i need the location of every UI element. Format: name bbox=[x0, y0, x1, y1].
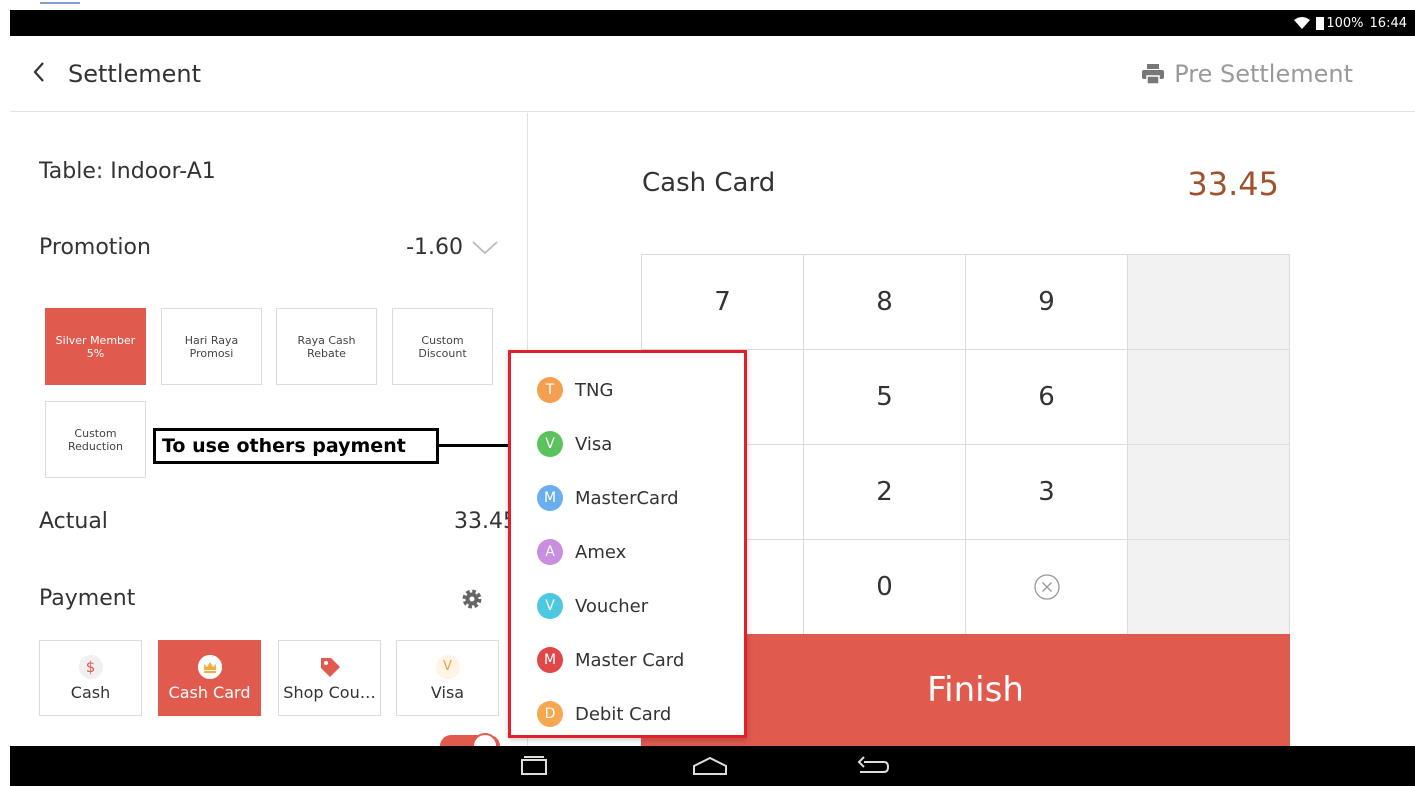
toggle-switch[interactable] bbox=[440, 733, 500, 746]
key-7[interactable]: 7 bbox=[642, 255, 804, 350]
home-icon[interactable] bbox=[690, 754, 730, 778]
tag-icon bbox=[318, 655, 342, 679]
app-bar: Settlement Pre Settlement bbox=[10, 36, 1415, 112]
promo-hari-raya[interactable]: Hari Raya Promosi bbox=[161, 308, 262, 385]
table-label: Table: Indoor-A1 bbox=[39, 159, 216, 184]
promotion-label: Promotion bbox=[39, 235, 151, 260]
promo-custom-reduction[interactable]: Custom Reduction bbox=[45, 401, 146, 478]
payment-label: Payment bbox=[39, 586, 136, 611]
payment-amount: 33.45 bbox=[1187, 165, 1279, 203]
payment-option-debit-card[interactable]: D Debit Card bbox=[511, 687, 744, 741]
payment-shop-coupon-button[interactable]: Shop Cou… bbox=[278, 640, 381, 716]
voucher-icon: V bbox=[537, 593, 563, 619]
pre-settlement-button[interactable]: Pre Settlement bbox=[1142, 60, 1353, 88]
gear-icon[interactable] bbox=[460, 587, 484, 611]
promotion-value: -1.60 bbox=[406, 235, 463, 260]
battery-icon bbox=[1316, 16, 1325, 30]
pre-settlement-label: Pre Settlement bbox=[1174, 59, 1353, 88]
payment-option-amex[interactable]: A Amex bbox=[511, 525, 744, 579]
key-5[interactable]: 5 bbox=[804, 350, 966, 445]
visa-icon: V bbox=[435, 654, 460, 679]
key-side-1[interactable] bbox=[1128, 255, 1290, 350]
visa-icon: V bbox=[537, 431, 563, 457]
back-nav-icon[interactable] bbox=[854, 754, 890, 778]
key-side-4[interactable] bbox=[1128, 540, 1290, 635]
key-side-2[interactable] bbox=[1128, 350, 1290, 445]
page-title: Settlement bbox=[68, 59, 202, 88]
payment-option-label: TNG bbox=[575, 379, 614, 401]
payment-option-label: MasterCard bbox=[575, 487, 679, 509]
promo-custom-discount[interactable]: Custom Discount bbox=[392, 308, 493, 385]
battery-level: 100% bbox=[1326, 15, 1364, 31]
payment-cash-button[interactable]: $ Cash bbox=[39, 640, 142, 716]
toggle-knob bbox=[472, 733, 498, 746]
payment-option-tng[interactable]: T TNG bbox=[511, 363, 744, 417]
key-side-3[interactable] bbox=[1128, 445, 1290, 540]
top-strip bbox=[0, 0, 1415, 10]
master-card-icon: M bbox=[537, 647, 563, 673]
chevron-down-icon[interactable] bbox=[471, 240, 499, 256]
clear-icon bbox=[1032, 572, 1062, 602]
table-row-info: Table: Indoor-A1 bbox=[39, 159, 499, 184]
status-bar: 100% 16:44 bbox=[10, 10, 1415, 36]
payment-shop-coupon-label: Shop Cou… bbox=[283, 682, 376, 702]
payment-visa-button[interactable]: V Visa bbox=[396, 640, 499, 716]
payment-option-label: Amex bbox=[575, 541, 627, 563]
debit-card-icon: D bbox=[537, 701, 563, 727]
back-button[interactable] bbox=[10, 36, 68, 112]
mastercard-icon: M bbox=[537, 485, 563, 511]
key-9[interactable]: 9 bbox=[966, 255, 1128, 350]
payment-option-label: Master Card bbox=[575, 649, 685, 671]
payment-row: Payment bbox=[39, 586, 499, 611]
annotation-connector bbox=[439, 444, 511, 447]
payment-option-label: Debit Card bbox=[575, 703, 672, 725]
printer-icon bbox=[1142, 63, 1165, 84]
selected-payment-method: Cash Card bbox=[642, 168, 776, 198]
promotion-row[interactable]: Promotion -1.60 bbox=[39, 235, 499, 260]
payment-cash-card-button[interactable]: Cash Card bbox=[158, 640, 261, 716]
crown-icon bbox=[197, 654, 222, 679]
payment-cash-label: Cash bbox=[70, 682, 111, 702]
payment-option-visa[interactable]: V Visa bbox=[511, 417, 744, 471]
dollar-icon: $ bbox=[78, 654, 103, 679]
payment-option-label: Voucher bbox=[575, 595, 649, 617]
actual-row: Actual 33.45 bbox=[39, 509, 517, 534]
partial-text-fragment bbox=[40, 0, 80, 4]
promo-silver-member[interactable]: Silver Member 5% bbox=[45, 308, 146, 385]
promo-raya-cash-rebate[interactable]: Raya Cash Rebate bbox=[276, 308, 377, 385]
wifi-icon bbox=[1294, 17, 1311, 29]
recent-apps-icon[interactable] bbox=[518, 754, 550, 778]
chevron-left-icon bbox=[32, 61, 46, 87]
payment-option-mastercard[interactable]: M MasterCard bbox=[511, 471, 744, 525]
payment-option-label: Visa bbox=[575, 433, 613, 455]
system-nav-bar bbox=[10, 746, 1415, 786]
clock: 16:44 bbox=[1369, 15, 1407, 31]
other-payment-popup: T TNG V Visa M MasterCard A Amex V Vouch… bbox=[508, 350, 747, 738]
key-3[interactable]: 3 bbox=[966, 445, 1128, 540]
tng-icon: T bbox=[537, 377, 563, 403]
payment-option-voucher[interactable]: V Voucher bbox=[511, 579, 744, 633]
amex-icon: A bbox=[537, 539, 563, 565]
actual-label: Actual bbox=[39, 509, 108, 534]
payment-option-master-card[interactable]: M Master Card bbox=[511, 633, 744, 687]
payment-cash-card-label: Cash Card bbox=[168, 682, 251, 702]
key-2[interactable]: 2 bbox=[804, 445, 966, 540]
annotation-callout: To use others payment bbox=[153, 428, 439, 464]
payment-visa-label: Visa bbox=[430, 682, 465, 702]
key-0[interactable]: 0 bbox=[804, 540, 966, 635]
key-6[interactable]: 6 bbox=[966, 350, 1128, 445]
key-8[interactable]: 8 bbox=[804, 255, 966, 350]
key-clear[interactable] bbox=[966, 540, 1128, 635]
